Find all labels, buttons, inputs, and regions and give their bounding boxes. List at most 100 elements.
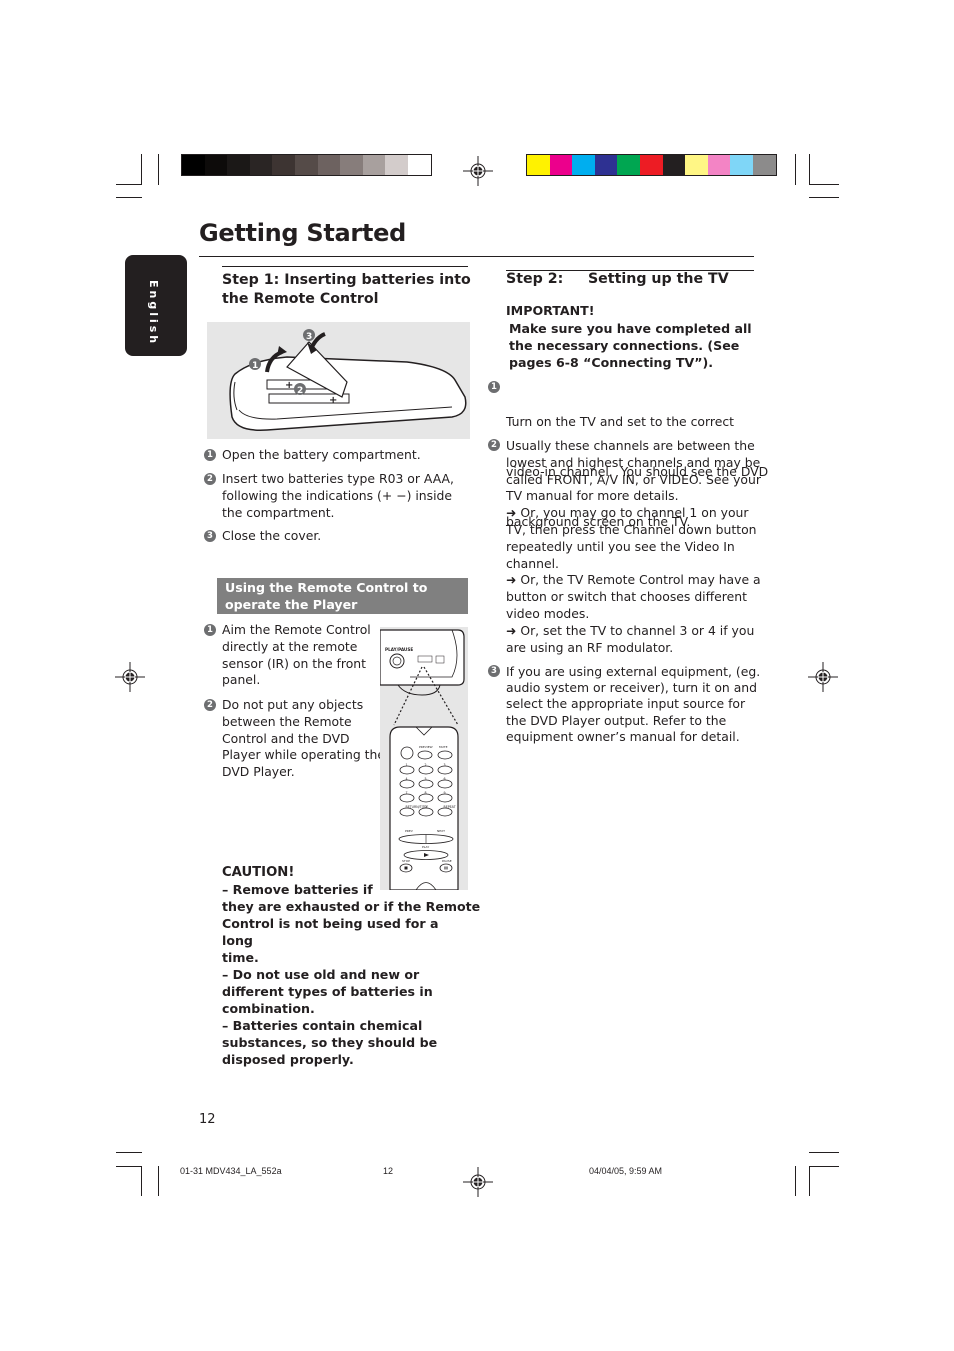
- remote-key: [418, 807, 434, 817]
- text-line: TV, then press the Channel down button: [506, 521, 757, 537]
- step1-item-3: Close the cover.: [222, 528, 322, 543]
- grayscale-swatch: [182, 155, 205, 175]
- remote-key: [418, 779, 434, 789]
- text-line: video modes.: [506, 605, 590, 621]
- power-button-icon: [400, 746, 414, 760]
- svg-text:2: 2: [297, 386, 303, 396]
- remote-use-subheading: Using the Remote Control to operate the …: [217, 578, 468, 614]
- remote-key: [418, 765, 434, 775]
- remote-label: PAUSE: [442, 859, 452, 863]
- text-line: are using an RF modulator.: [506, 639, 674, 655]
- grayscale-swatch: [340, 155, 363, 175]
- registration-mark-icon: [808, 662, 838, 692]
- important-title: IMPORTANT!: [506, 303, 595, 318]
- step-number-badge: 2: [204, 473, 216, 485]
- step-number-badge: 1: [204, 624, 216, 636]
- slug-page: 12: [383, 1166, 394, 1176]
- remote-key: [437, 779, 453, 789]
- remote-label: PREVIEW: [419, 745, 433, 749]
- grayscale-swatch: [227, 155, 250, 175]
- svg-text:+: +: [285, 380, 293, 391]
- grayscale-swatch: [317, 155, 341, 175]
- remote-key: [437, 765, 453, 775]
- remote-key: [437, 750, 453, 760]
- remote-key: [437, 793, 453, 803]
- color-swatch: [594, 155, 618, 175]
- text-line: channel.: [506, 555, 559, 571]
- registration-mark-icon: [463, 1167, 493, 1197]
- grayscale-swatch: [294, 155, 318, 175]
- grayscale-swatch: [407, 155, 431, 175]
- color-swatch: [752, 155, 776, 175]
- text-line: audio system or receiver), turn it on an…: [506, 680, 758, 696]
- color-swatch: [662, 155, 686, 175]
- text-line: the DVD Player output. Refer to the: [506, 712, 727, 728]
- language-tab: English: [125, 255, 187, 356]
- remote-label: STOP: [402, 859, 410, 863]
- remote-key: [399, 807, 415, 817]
- grayscale-swatch: [249, 155, 273, 175]
- svg-text:1: 1: [252, 361, 258, 371]
- text-line: TV manual for more details.: [506, 488, 679, 504]
- grayscale-swatch: [272, 155, 295, 175]
- remote-key: [399, 765, 415, 775]
- color-swatch: [730, 155, 753, 175]
- remote-key: [417, 750, 433, 760]
- step1-item-2: Insert two batteries type R03 or AAA, fo…: [222, 471, 454, 520]
- step2-item-2: Usually these channels are between the lo…: [506, 438, 761, 656]
- svg-text:3: 3: [306, 332, 312, 342]
- registration-mark-icon: [115, 662, 145, 692]
- grayscale-swatch: [385, 155, 408, 175]
- color-swatch: [685, 155, 708, 175]
- remote-label: MUTE: [439, 745, 448, 749]
- language-tab-label: English: [147, 280, 160, 347]
- step-number-badge: 3: [488, 665, 500, 677]
- text-line: Usually these channels are between the: [506, 438, 755, 453]
- step2-item-3: If you are using external equipment, (eg…: [506, 664, 760, 745]
- caution-title: CAUTION!: [222, 865, 295, 880]
- color-swatch: [572, 155, 595, 175]
- remote-use-item-1: Aim the Remote Control directly at the r…: [222, 622, 371, 688]
- grayscale-color-bar: [181, 154, 432, 176]
- caution-block: CAUTION! – Remove batteries if they are …: [222, 865, 481, 1067]
- color-swatch: [527, 155, 550, 175]
- text-line: If you are using external equipment, (eg…: [506, 664, 761, 679]
- section-divider: [222, 266, 468, 267]
- text-line: select the appropriate input source for: [506, 696, 746, 712]
- battery-insertion-illustration: + + 1 2 3: [207, 322, 470, 439]
- remote-label: PLAY: [422, 845, 429, 849]
- step2-heading: Step 2: Setting up the TV: [506, 271, 729, 287]
- svg-text:+: +: [329, 395, 337, 406]
- remote-aiming-illustration: PLAY/PAUSE PREVIEW MUTE 1 2 3 4 5 6 7 8 9 RETURN/TI…: [379, 627, 468, 891]
- remote-label: PREV: [405, 829, 414, 833]
- remote-key: [437, 807, 453, 817]
- step-number-badge: 2: [488, 439, 500, 451]
- remote-key: [399, 793, 415, 803]
- play-pause-label: PLAY/PAUSE: [385, 647, 413, 652]
- text-line: lowest and highest channels and may be: [506, 454, 761, 470]
- remote-label: NEXT: [437, 829, 445, 833]
- text-line: called FRONT, A/V IN, or VIDEO. See your: [506, 471, 761, 487]
- grayscale-swatch: [362, 155, 386, 175]
- color-swatch: [639, 155, 663, 175]
- page-number: 12: [199, 1112, 216, 1127]
- color-swatch: [707, 155, 731, 175]
- text-line: ➜ Or, the TV Remote Control may have a: [506, 572, 761, 588]
- title-divider: [199, 256, 754, 257]
- text-line: ➜ Or, set the TV to channel 3 or 4 if yo…: [506, 622, 755, 638]
- text-line: button or switch that chooses different: [506, 589, 747, 605]
- remote-key: [399, 779, 415, 789]
- text-line: equipment owner’s manual for detail.: [506, 728, 740, 744]
- important-note: Make sure you have completed all the nec…: [509, 321, 752, 370]
- step1-item-1: Open the battery compartment.: [222, 447, 421, 462]
- step-number-badge: 1: [488, 381, 500, 393]
- text-line: ➜ Or, you may go to channel 1 on your: [506, 505, 749, 521]
- registration-mark-icon: [463, 156, 493, 186]
- slug-filename: 01-31 MDV434_LA_552a: [180, 1166, 282, 1176]
- remote-use-item-2: Do not put any objects between the Remot…: [222, 697, 385, 780]
- remote-key: [418, 793, 434, 803]
- grayscale-swatch: [204, 155, 228, 175]
- step-number-badge: 2: [204, 699, 216, 711]
- color-swatch: [549, 155, 573, 175]
- text-line: repeatedly until you see the Video In: [506, 538, 735, 554]
